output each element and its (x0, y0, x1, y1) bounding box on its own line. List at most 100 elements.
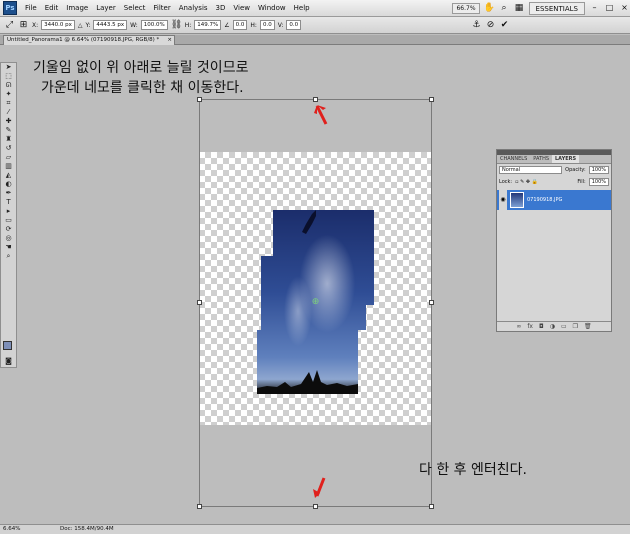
handle-middle-left[interactable] (197, 300, 202, 305)
zoom-level-dropdown[interactable]: 66.7% (452, 2, 480, 14)
layer-name: 07190918.JPG (527, 197, 563, 203)
close-icon[interactable]: × (619, 3, 630, 14)
hand-icon[interactable]: ✋ (484, 3, 495, 14)
layer-row[interactable]: ◉ 07190918.JPG (497, 190, 611, 210)
handle-bottom-right[interactable] (429, 504, 434, 509)
visibility-eye-icon[interactable]: ◉ (499, 190, 507, 210)
brush-tool-icon[interactable]: ✎ (2, 126, 15, 135)
history-brush-tool-icon[interactable]: ↺ (2, 144, 15, 153)
move-tool-icon[interactable]: ➤ (2, 63, 15, 72)
transform-tool-icon: ⤢ (5, 19, 14, 30)
hskew-field[interactable]: 0.0 (259, 20, 275, 30)
marquee-tool-icon[interactable]: ⬚ (2, 72, 15, 81)
x-position-field[interactable]: 3440.0 px (41, 20, 75, 30)
zoom-tool-icon[interactable]: ⌕ (2, 252, 15, 261)
options-bar: ⤢ ⊞ X: 3440.0 px △ Y: 4443.5 px W: 100.0… (0, 17, 630, 34)
tab-channels[interactable]: CHANNELS (497, 155, 530, 163)
tab-layers[interactable]: LAYERS (552, 155, 580, 163)
handle-top-center[interactable] (313, 97, 318, 102)
warp-icon[interactable]: ⚓ (471, 20, 482, 31)
group-icon[interactable]: ▭ (561, 322, 567, 331)
fx-icon[interactable]: fx (527, 322, 533, 331)
h-label: H: (184, 21, 192, 29)
commit-transform-icon[interactable]: ✔ (499, 20, 510, 31)
link-layers-icon[interactable]: ∞ (516, 322, 521, 331)
angle-field[interactable]: 0.0 (232, 20, 248, 30)
lock-label: Lock: (499, 179, 513, 185)
menu-edit[interactable]: Edit (41, 4, 63, 12)
toolbox: ➤ ⬚ ᘏ ✦ ⌗ ⁄ ✚ ✎ ♜ ↺ ▱ ▥ ◭ ◐ ✒ T ▸ ▭ ⟳ ◎ … (0, 62, 17, 368)
arrange-icon[interactable]: ▦ (514, 3, 525, 14)
adjustment-icon[interactable]: ◑ (550, 322, 555, 331)
menu-layer[interactable]: Layer (92, 4, 120, 12)
document-tab[interactable]: Untitled_Panorama1 @ 6.64% (07190918.JPG… (3, 35, 175, 45)
3d-orbit-tool-icon[interactable]: ◎ (2, 234, 15, 243)
pen-tool-icon[interactable]: ✒ (2, 189, 15, 198)
link-icon[interactable]: ⛓ (171, 20, 182, 31)
transform-bounding-box[interactable] (199, 99, 432, 507)
y-position-field[interactable]: 4443.5 px (93, 20, 128, 30)
instruction-text-2: 가운데 네모를 클릭한 채 이동한다. (41, 80, 244, 96)
height-field[interactable]: 149.7% (194, 20, 222, 30)
reference-point-icon[interactable]: ⊞ (18, 20, 29, 31)
blend-mode-select[interactable]: Normal (499, 166, 563, 174)
eyedropper-tool-icon[interactable]: ⁄ (2, 108, 15, 117)
minimize-icon[interactable]: – (589, 3, 600, 14)
quick-mask-icon[interactable]: ◙ (2, 357, 15, 366)
handle-middle-right[interactable] (429, 300, 434, 305)
handle-top-left[interactable] (197, 97, 202, 102)
document-title: Untitled_Panorama1 @ 6.64% (07190918.JPG… (7, 37, 160, 43)
healing-brush-tool-icon[interactable]: ✚ (2, 117, 15, 126)
eraser-tool-icon[interactable]: ▱ (2, 153, 15, 162)
new-layer-icon[interactable]: ❐ (573, 322, 578, 331)
3d-rotate-tool-icon[interactable]: ⟳ (2, 225, 15, 234)
handle-bottom-center[interactable] (313, 504, 318, 509)
zoom-icon[interactable]: ⌕ (499, 3, 510, 14)
dodge-tool-icon[interactable]: ◐ (2, 180, 15, 189)
menu-analysis[interactable]: Analysis (175, 4, 212, 12)
width-field[interactable]: 100.0% (140, 20, 168, 30)
document-tab-bar: Untitled_Panorama1 @ 6.64% (07190918.JPG… (0, 35, 630, 45)
menu-select[interactable]: Select (120, 4, 150, 12)
opacity-label: Opacity: (565, 167, 586, 173)
instruction-text-3: 다 한 후 엔터친다. (419, 462, 527, 478)
maximize-icon[interactable]: □ (604, 3, 615, 14)
menu-3d[interactable]: 3D (212, 4, 230, 12)
hskew-label: H: (250, 21, 257, 29)
fill-field[interactable]: 100% (588, 178, 609, 186)
trash-icon[interactable]: 🗑 (584, 322, 592, 331)
opacity-field[interactable]: 100% (588, 166, 609, 174)
menu-help[interactable]: Help (290, 4, 314, 12)
handle-bottom-left[interactable] (197, 504, 202, 509)
path-selection-tool-icon[interactable]: ▸ (2, 207, 15, 216)
magic-wand-tool-icon[interactable]: ✦ (2, 90, 15, 99)
lock-icons[interactable]: ▫ ✎ ✥ 🔒 (515, 179, 538, 185)
type-tool-icon[interactable]: T (2, 198, 15, 207)
menu-file[interactable]: File (21, 4, 41, 12)
y-label: Y: (85, 21, 91, 29)
menu-window[interactable]: Window (254, 4, 290, 12)
angle-icon: ∠ (224, 21, 230, 29)
workspace-switcher[interactable]: ESSENTIALS (528, 1, 585, 15)
w-label: W: (130, 21, 138, 29)
vskew-field[interactable]: 0.0 (286, 20, 302, 30)
lasso-tool-icon[interactable]: ᘏ (2, 81, 15, 90)
menu-filter[interactable]: Filter (149, 4, 174, 12)
cancel-transform-icon[interactable]: ⊘ (485, 20, 496, 31)
clone-stamp-tool-icon[interactable]: ♜ (2, 135, 15, 144)
gradient-tool-icon[interactable]: ▥ (2, 162, 15, 171)
hand-tool-icon[interactable]: ☚ (2, 243, 15, 252)
foreground-color-swatch[interactable] (3, 341, 12, 350)
mask-icon[interactable]: ◘ (539, 322, 544, 331)
menu-image[interactable]: Image (62, 4, 92, 12)
tab-paths[interactable]: PATHS (530, 155, 552, 163)
shape-tool-icon[interactable]: ▭ (2, 216, 15, 225)
red-arrow-down-icon (313, 477, 326, 498)
status-zoom[interactable]: 6.64% (3, 525, 20, 534)
close-tab-icon[interactable]: × (167, 36, 172, 45)
menu-view[interactable]: View (229, 4, 254, 12)
lock-row: Lock: ▫ ✎ ✥ 🔒 Fill: 100% (497, 176, 611, 188)
blur-tool-icon[interactable]: ◭ (2, 171, 15, 180)
crop-tool-icon[interactable]: ⌗ (2, 99, 15, 108)
handle-top-right[interactable] (429, 97, 434, 102)
